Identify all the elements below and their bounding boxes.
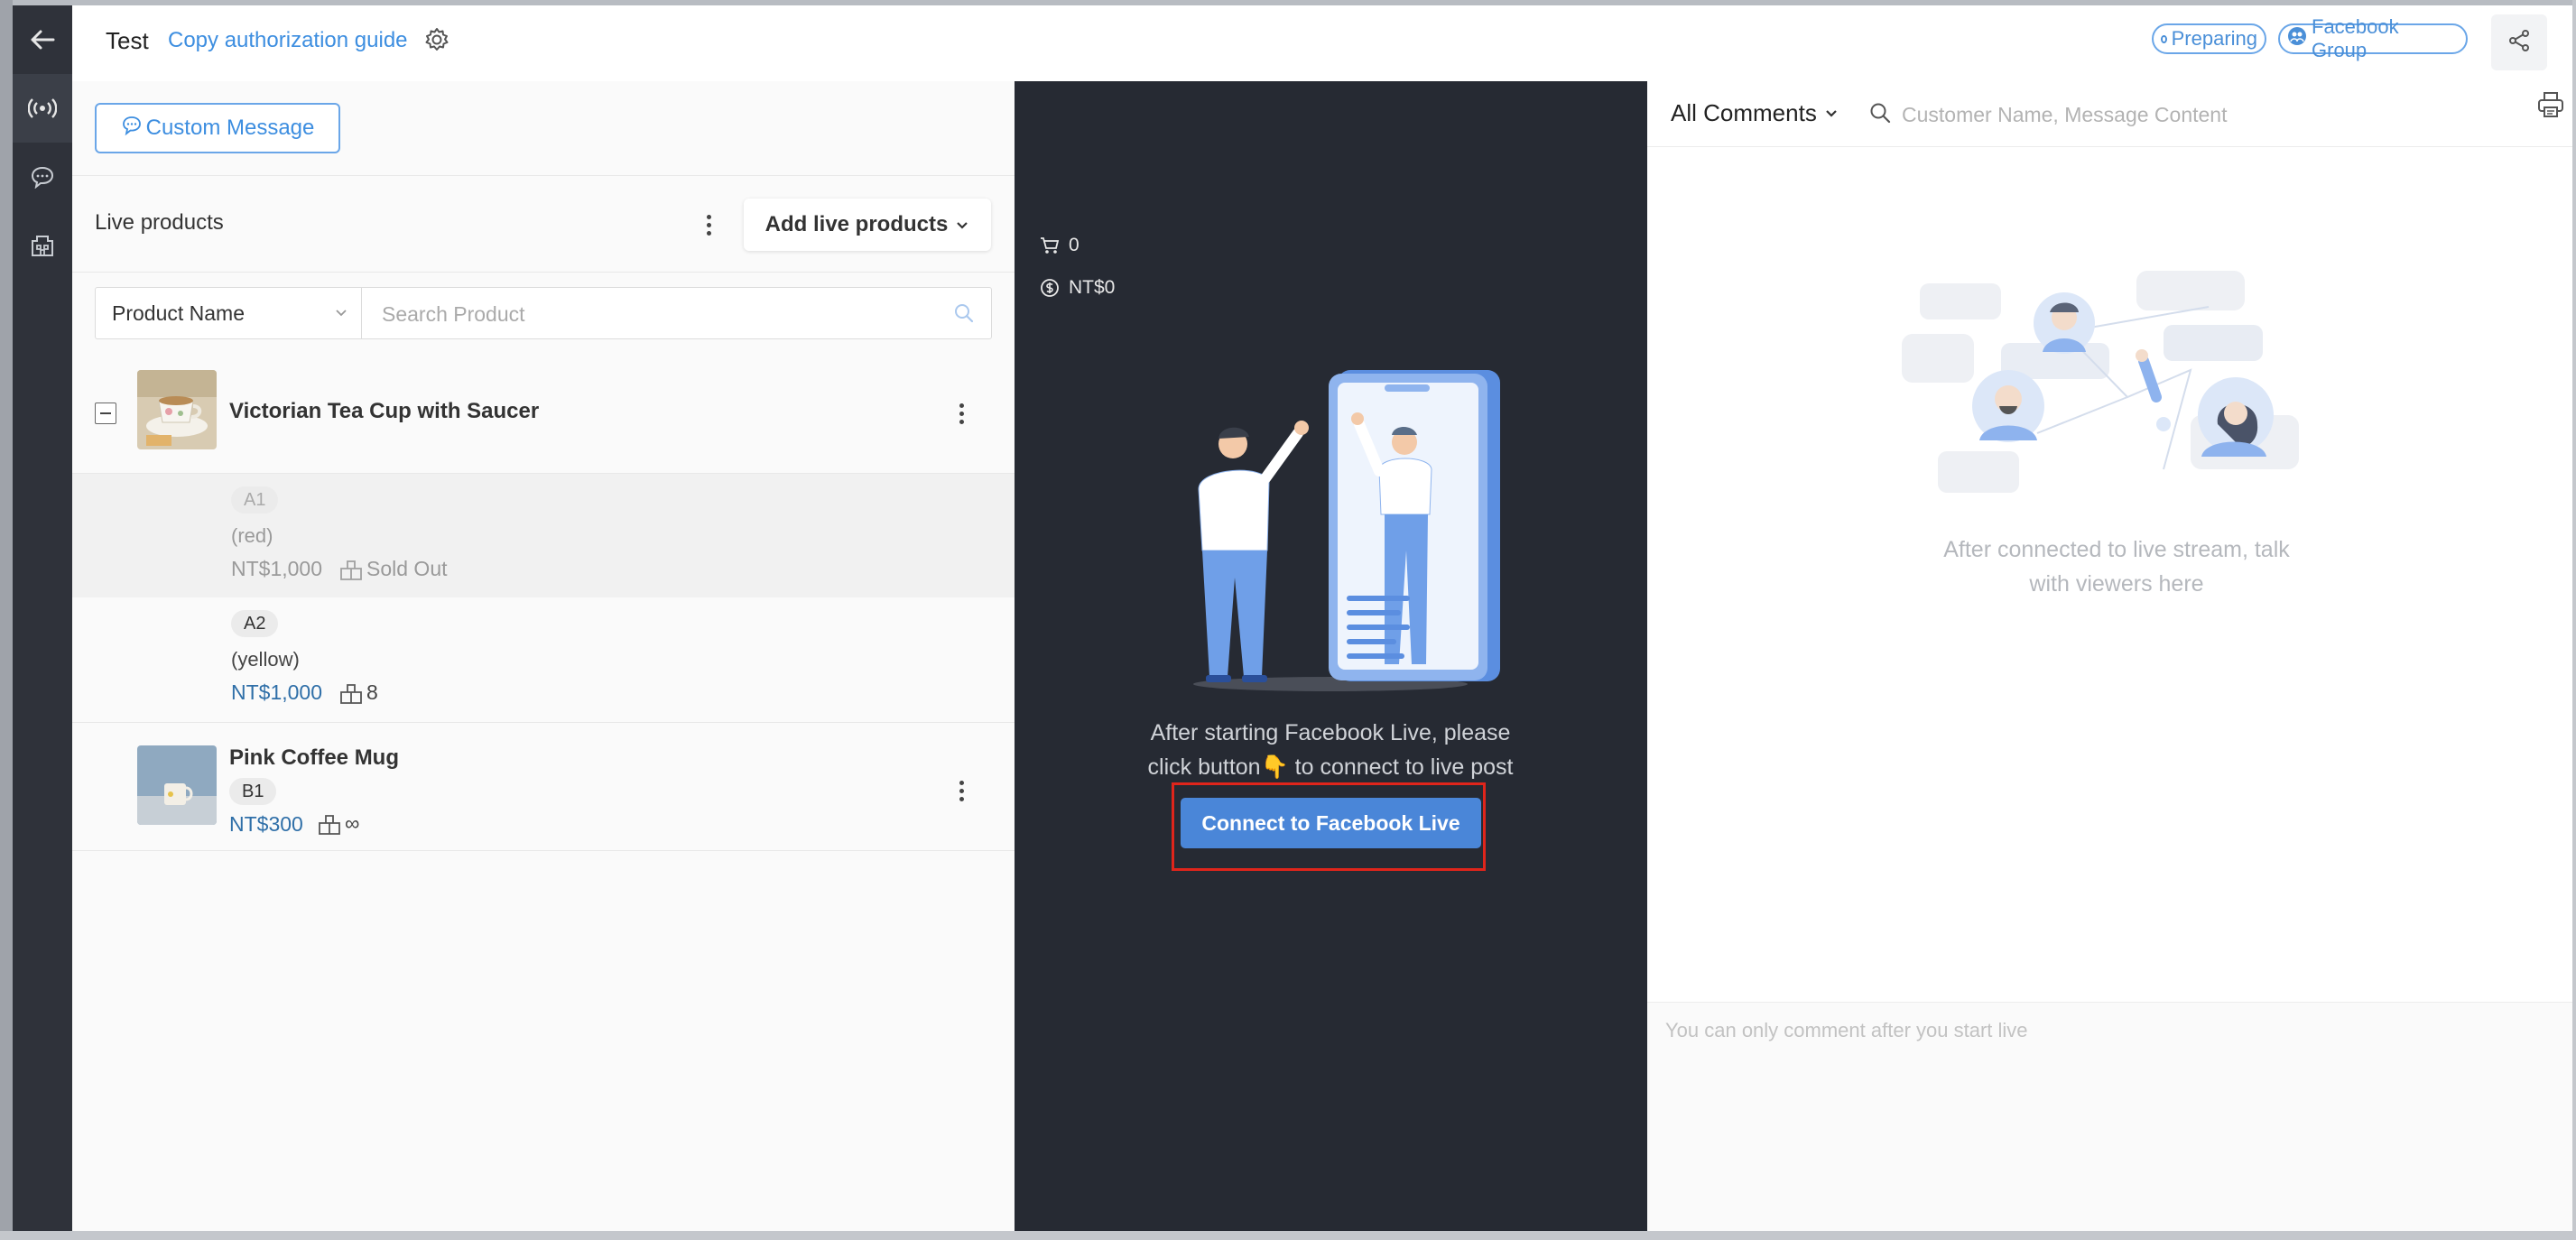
product-thumbnail-tea-cup: [137, 370, 217, 449]
status-badge: Preparing: [2152, 23, 2266, 54]
live-stream-illustration: [1193, 370, 1500, 691]
channel-badge: Facebook Group: [2278, 15, 2468, 61]
product-price: NT$300: [229, 812, 303, 836]
variant-stock: Sold Out: [339, 557, 448, 581]
left-rail: [13, 5, 72, 1231]
revenue-value: NT$0: [1069, 277, 1116, 298]
comments-header: All Comments: [1647, 81, 2572, 147]
warehouse-icon: [30, 233, 55, 258]
rail-item-live[interactable]: [13, 74, 72, 143]
cart-count-value: 0: [1069, 235, 1080, 255]
product-stock: ∞: [318, 811, 359, 836]
revenue: NT$0: [1040, 277, 1115, 299]
product-more-icon[interactable]: [952, 400, 970, 427]
comments-panel: All Comments Aft: [1647, 81, 2572, 1232]
share-icon: [2507, 29, 2531, 57]
page-title: Test: [106, 27, 149, 54]
divider: [72, 272, 1015, 273]
top-header: Test Copy authorization guide Preparing …: [72, 5, 2572, 82]
custom-message-label: Custom Message: [145, 116, 315, 140]
rail-item-warehouse[interactable]: [13, 211, 72, 280]
message-bubble-icon: [121, 115, 146, 143]
variant-price: NT$1,000: [231, 680, 323, 704]
chat-bubble-icon: [30, 165, 55, 189]
status-badge-label: Preparing: [2171, 27, 2257, 50]
copy-authorization-guide-link[interactable]: Copy authorization guide: [168, 28, 408, 53]
rail-item-chat[interactable]: [13, 143, 72, 211]
cart-icon: [1041, 237, 1060, 254]
divider: [72, 850, 1015, 851]
live-preview-panel: 0 NT$0 After starting Facebook Live, ple…: [1015, 81, 1647, 1231]
comment-input-area[interactable]: You can only comment after you start liv…: [1647, 1002, 2572, 1232]
variant-stock: 8: [339, 680, 378, 705]
cart-count: 0: [1040, 235, 1080, 256]
live-broadcast-icon: [28, 97, 57, 119]
product-search-bar: Product Name: [95, 287, 992, 340]
share-button[interactable]: [2491, 14, 2547, 70]
stock-boxes-icon: [340, 683, 362, 704]
connect-instructions: After starting Facebook Live, please cli…: [1087, 716, 1574, 784]
stock-boxes-icon: [319, 814, 340, 835]
variant-code-tag: A2: [231, 610, 279, 637]
product-stock-value: ∞: [345, 811, 360, 835]
product-name: Victorian Tea Cup with Saucer: [229, 399, 540, 423]
comments-filter-label: All Comments: [1671, 99, 1817, 126]
comments-filter-dropdown[interactable]: All Comments: [1671, 99, 1839, 127]
chevron-down-icon: [1826, 109, 1837, 117]
comment-search-input[interactable]: [1900, 94, 2355, 135]
window-frame-left: [0, 0, 13, 1240]
variant-code-tag: A1: [231, 486, 279, 514]
search-icon: [1868, 101, 1892, 129]
variant-option: (yellow): [231, 648, 300, 671]
empty-state-line2: with viewers here: [2029, 571, 2204, 597]
dollar-circle-icon: [1041, 279, 1059, 297]
product-name: Pink Coffee Mug: [229, 745, 400, 770]
connect-instructions-line1: After starting Facebook Live, please: [1150, 720, 1511, 745]
gear-icon[interactable]: [424, 27, 449, 57]
empty-state-line1: After connected to live stream, talk: [1943, 537, 2290, 562]
add-live-products-button[interactable]: Add live products: [744, 199, 991, 251]
highlight-box: [1172, 782, 1486, 871]
live-products-more-icon[interactable]: [700, 211, 718, 238]
variant-stock-value: Sold Out: [366, 557, 448, 580]
search-field-select-value: Product Name: [112, 301, 246, 325]
stock-boxes-icon: [340, 560, 362, 580]
variant-price: NT$1,000: [231, 557, 323, 580]
variant-option: (red): [231, 524, 273, 547]
window-frame-bottom: [0, 1231, 2576, 1240]
comments-empty-state: After connected to live stream, talk wit…: [1918, 532, 2315, 601]
live-products-panel: Custom Message Live products Add live pr…: [72, 81, 1015, 1231]
variant-stock-value: 8: [366, 680, 378, 704]
product-row: Victorian Tea Cup with Saucer: [72, 368, 1015, 455]
product-search-input[interactable]: [364, 288, 952, 340]
add-live-products-label: Add live products: [764, 212, 949, 236]
variant-row: A2 (yellow) NT$1,000 8: [72, 597, 1015, 722]
chat-viewers-illustration: [1902, 271, 2299, 493]
search-icon[interactable]: [953, 302, 975, 329]
printer-icon[interactable]: [2536, 90, 2565, 124]
product-code-tag: B1: [229, 778, 277, 805]
divider: [72, 175, 1015, 176]
custom-message-button[interactable]: Custom Message: [95, 103, 340, 153]
status-dot-icon: [2161, 34, 2167, 43]
product-more-icon[interactable]: [952, 777, 970, 804]
back-button[interactable]: [13, 5, 72, 74]
chevron-down-icon: [336, 310, 347, 317]
search-field-select[interactable]: Product Name: [96, 288, 362, 338]
connect-instructions-line2: click button👇 to connect to live post: [1147, 754, 1514, 780]
product-row: Pink Coffee Mug B1 NT$300 ∞: [72, 731, 1015, 850]
variant-row: A1 (red) NT$1,000 Sold Out: [72, 473, 1015, 598]
collapse-toggle[interactable]: [95, 403, 116, 424]
comment-disabled-hint: You can only comment after you start liv…: [1665, 1019, 2028, 1041]
live-products-title: Live products: [95, 210, 224, 235]
chevron-down-icon: [948, 212, 969, 237]
product-thumbnail-coffee-mug: [137, 745, 217, 825]
back-arrow-icon: [29, 29, 56, 51]
window-frame-right: [2572, 0, 2576, 1240]
divider: [72, 722, 1015, 723]
facebook-group-icon: [2287, 26, 2307, 51]
channel-badge-label: Facebook Group: [2312, 15, 2399, 61]
